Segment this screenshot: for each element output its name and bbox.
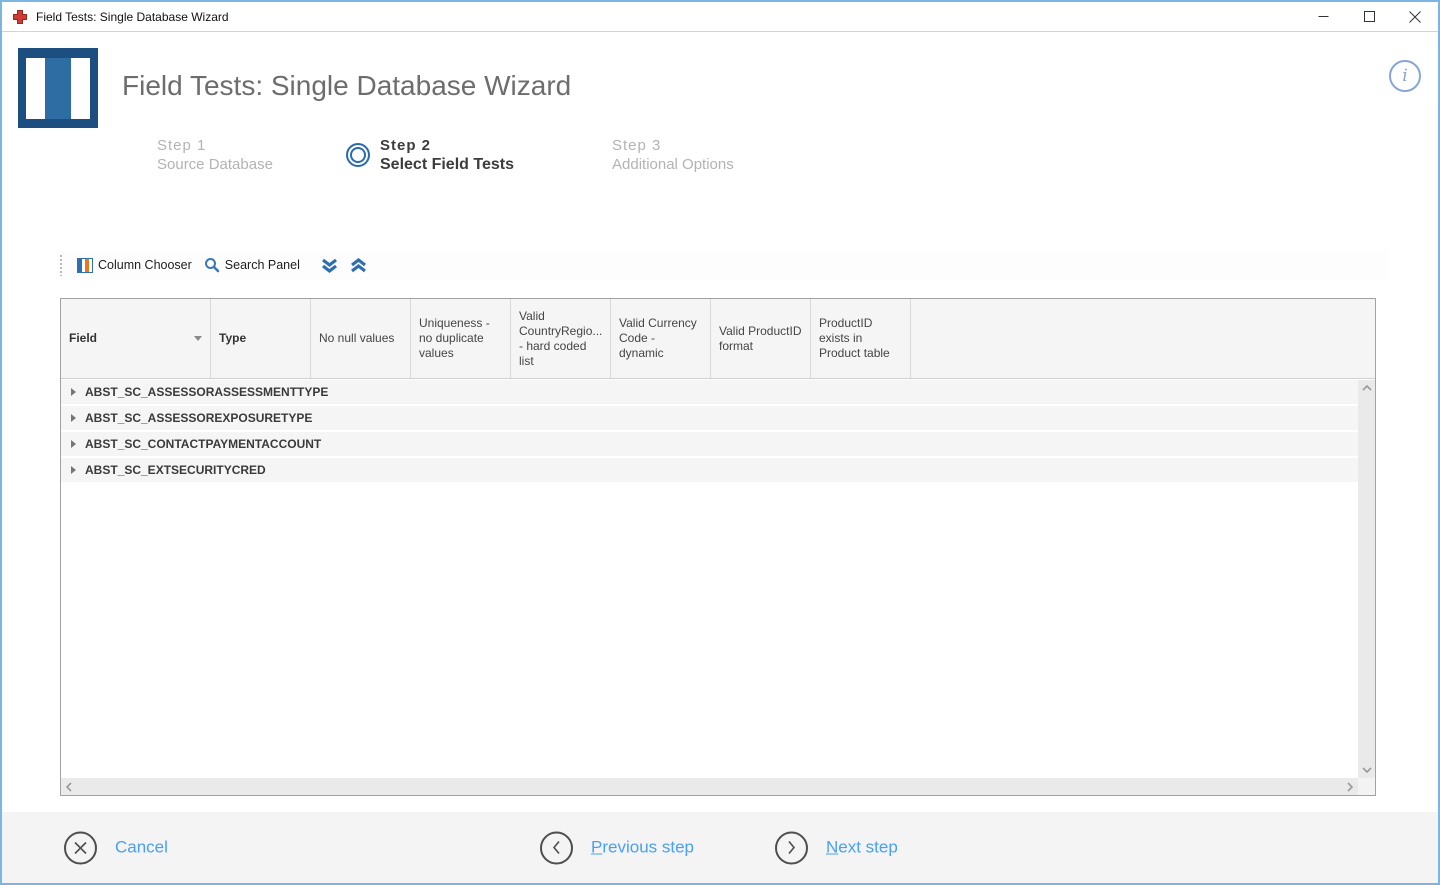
- scroll-right-icon[interactable]: [1347, 781, 1353, 792]
- column-header-label: Valid CountryRegio... - hard coded list: [519, 308, 603, 368]
- expand-row-icon[interactable]: [71, 414, 76, 422]
- row-label: ABST_SC_ASSESSORASSESSMENTTYPE: [85, 385, 329, 399]
- vertical-scrollbar[interactable]: [1358, 380, 1375, 778]
- wizard-footer: Cancel Previous step Next step: [2, 812, 1438, 883]
- grid-header-filler: [911, 299, 1375, 378]
- step-number: Step 3: [612, 137, 662, 154]
- logo-bar: [45, 58, 71, 119]
- step-1-source-database[interactable]: Step 1 Source Database: [157, 136, 273, 174]
- expand-row-icon[interactable]: [71, 466, 76, 474]
- chevron-right-icon: [775, 831, 808, 864]
- column-header-label: Type: [219, 331, 247, 345]
- table-row[interactable]: ABST_SC_EXTSECURITYCRED: [61, 458, 1358, 482]
- column-header-label: Valid Currency Code - dynamic: [619, 316, 697, 360]
- grid-body: ABST_SC_ASSESSORASSESSMENTTYPE ABST_SC_AS…: [61, 380, 1358, 778]
- sort-descending-icon: [194, 336, 202, 341]
- column-header-label: Field: [69, 331, 98, 345]
- previous-step-button[interactable]: Previous step: [540, 831, 694, 864]
- maximize-button[interactable]: [1346, 2, 1392, 31]
- app-cross-icon: [12, 9, 28, 25]
- scroll-left-icon[interactable]: [66, 781, 72, 792]
- expand-row-icon[interactable]: [71, 440, 76, 448]
- column-header-2[interactable]: No null values: [311, 299, 411, 378]
- window-controls: [1300, 2, 1438, 31]
- column-header-4[interactable]: Valid CountryRegio... - hard coded list: [511, 299, 611, 378]
- next-step-button[interactable]: Next step: [775, 831, 898, 864]
- scrollbar-corner: [1358, 778, 1375, 795]
- chevron-left-icon: [540, 831, 573, 864]
- grid-header: Field Type No null values Uniqueness - no d…: [61, 299, 1375, 379]
- cancel-label: Cancel: [115, 837, 168, 857]
- info-icon[interactable]: i: [1389, 60, 1421, 92]
- window-title: Field Tests: Single Database Wizard: [36, 9, 229, 24]
- step-number: Step 1: [157, 137, 207, 154]
- chevron-double-down-icon[interactable]: [318, 256, 341, 275]
- search-icon: [204, 257, 220, 273]
- column-chooser-button[interactable]: Column Chooser: [71, 255, 198, 276]
- search-panel-button[interactable]: Search Panel: [198, 254, 306, 276]
- column-header-6[interactable]: Valid ProductID format: [711, 299, 811, 378]
- column-header-3[interactable]: Uniqueness - no duplicate values: [411, 299, 511, 378]
- grid-toolbar: Column Chooser Search Panel: [57, 250, 1388, 280]
- app-window: Field Tests: Single Database Wizard Fiel…: [0, 0, 1440, 885]
- column-header-5[interactable]: Valid Currency Code - dynamic: [611, 299, 711, 378]
- active-step-circle-icon: [346, 143, 370, 167]
- logo-bar: [26, 58, 46, 119]
- row-label: ABST_SC_EXTSECURITYCRED: [85, 463, 266, 477]
- title-bar: Field Tests: Single Database Wizard: [2, 2, 1438, 32]
- column-header-label: Uniqueness - no duplicate values: [419, 316, 490, 360]
- column-header-label: ProductID exists in Product table: [819, 316, 890, 360]
- next-step-label: Next step: [826, 837, 898, 857]
- horizontal-scrollbar[interactable]: [61, 778, 1358, 795]
- table-row[interactable]: ABST_SC_CONTACTPAYMENTACCOUNT: [61, 432, 1358, 456]
- step-2-select-field-tests[interactable]: Step 2 Select Field Tests: [380, 136, 514, 174]
- column-chooser-label: Column Chooser: [98, 258, 192, 272]
- minimize-button[interactable]: [1300, 2, 1346, 31]
- column-chooser-icon: [77, 257, 93, 273]
- field-tests-grid: Field Type No null values Uniqueness - no d…: [60, 298, 1376, 796]
- cancel-x-icon: [64, 831, 97, 864]
- previous-step-label: Previous step: [591, 837, 695, 857]
- column-header-label: No null values: [319, 331, 395, 345]
- scroll-up-icon[interactable]: [1361, 385, 1372, 391]
- app-logo: [18, 48, 98, 128]
- chevron-double-up-icon[interactable]: [347, 256, 370, 275]
- toolbar-grip-handle[interactable]: [59, 254, 63, 276]
- row-label: ABST_SC_CONTACTPAYMENTACCOUNT: [85, 437, 322, 451]
- column-header-1[interactable]: Type: [211, 299, 311, 378]
- page-title: Field Tests: Single Database Wizard: [122, 70, 572, 101]
- step-label: Select Field Tests: [380, 156, 514, 173]
- scroll-down-icon[interactable]: [1361, 767, 1372, 773]
- column-header-label: Valid ProductID format: [719, 323, 802, 353]
- step-3-additional-options[interactable]: Step 3 Additional Options: [612, 136, 734, 174]
- step-label: Additional Options: [612, 156, 734, 173]
- table-row[interactable]: ABST_SC_ASSESSOREXPOSURETYPE: [61, 406, 1358, 430]
- column-header-0[interactable]: Field: [61, 299, 211, 378]
- close-button[interactable]: [1392, 2, 1438, 31]
- step-number: Step 2: [380, 137, 432, 154]
- expand-row-icon[interactable]: [71, 388, 76, 396]
- row-label: ABST_SC_ASSESSOREXPOSURETYPE: [85, 411, 313, 425]
- column-header-7[interactable]: ProductID exists in Product table: [811, 299, 911, 378]
- step-label: Source Database: [157, 156, 273, 173]
- info-icon-glyph: i: [1402, 66, 1408, 86]
- table-row[interactable]: ABST_SC_ASSESSORASSESSMENTTYPE: [61, 380, 1358, 404]
- logo-bar: [70, 58, 90, 119]
- cancel-button[interactable]: Cancel: [64, 831, 168, 864]
- search-panel-label: Search Panel: [224, 258, 300, 272]
